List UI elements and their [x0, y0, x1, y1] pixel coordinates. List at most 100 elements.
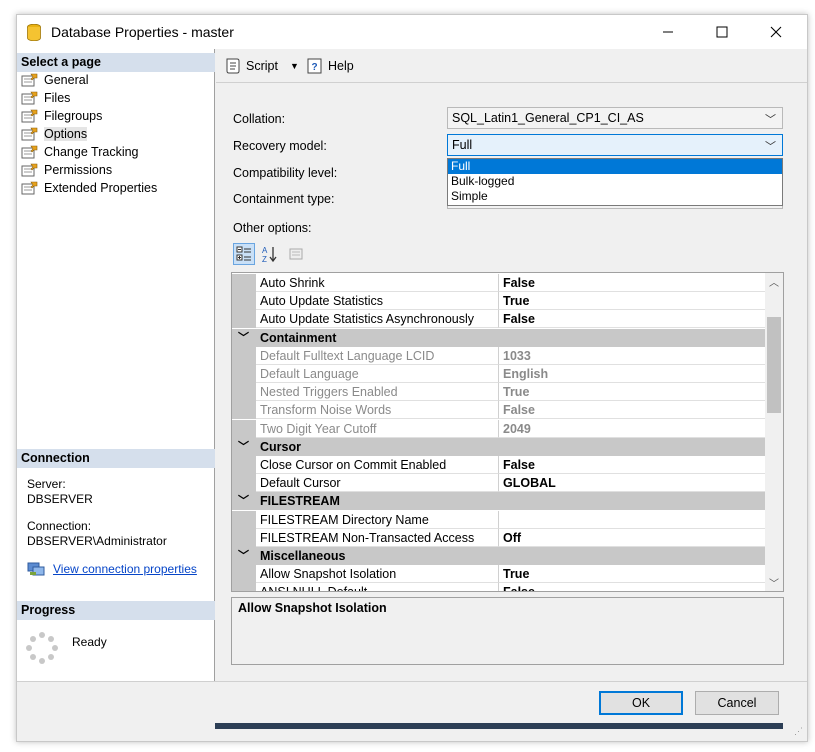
property-value[interactable]: English	[499, 365, 765, 383]
property-value[interactable]: 1033	[499, 347, 765, 365]
property-description: Allow Snapshot Isolation	[231, 597, 784, 665]
property-row[interactable]: Auto Update Statistics Asynchronously Fal…	[232, 310, 765, 329]
property-value[interactable]	[499, 511, 765, 529]
page-item-label: Change Tracking	[44, 145, 139, 159]
category-label: FILESTREAM	[260, 494, 340, 509]
property-row[interactable]: Nested Triggers Enabled True	[232, 383, 765, 402]
page-change-tracking[interactable]: Change Tracking	[21, 143, 139, 161]
left-pane: Select a page General Files Filegroups Opti…	[17, 49, 215, 681]
sort-alphabetical-icon: A Z	[262, 246, 277, 263]
property-value[interactable]: False	[499, 274, 765, 292]
recovery-option-full[interactable]: Full	[448, 159, 782, 174]
chevron-down-icon[interactable]: ﹀	[238, 492, 249, 510]
minimize-icon	[663, 31, 673, 33]
property-grid[interactable]: Auto Shrink False Auto Update Statistics Tr…	[231, 272, 784, 592]
property-value[interactable]: True	[499, 383, 765, 402]
property-pages-button[interactable]	[285, 243, 307, 265]
alphabetical-button[interactable]: A Z	[259, 243, 281, 265]
property-row[interactable]: ANSI NULL DefaultFalse	[232, 583, 765, 591]
minimize-button[interactable]	[645, 15, 691, 49]
title-bar[interactable]: Database Properties - master	[17, 15, 807, 49]
select-page-header: Select a page	[17, 53, 215, 72]
property-value[interactable]: True	[499, 292, 765, 311]
progress-status: Ready	[72, 635, 107, 649]
view-connection-properties-link[interactable]: View connection properties	[53, 562, 197, 576]
connection-value: DBSERVER\Administrator	[27, 534, 167, 548]
property-row[interactable]: Auto Shrink False	[232, 274, 765, 292]
category-row[interactable]: ﹀ Containment	[232, 328, 765, 347]
svg-text:Z: Z	[262, 255, 267, 263]
chevron-down-icon: ﹀	[765, 141, 776, 153]
categorized-button[interactable]	[233, 243, 255, 265]
status-strip	[215, 723, 783, 729]
page-options[interactable]: Options	[21, 125, 88, 143]
property-value[interactable]: False	[499, 310, 765, 329]
script-dropdown-icon[interactable]: ▼	[290, 61, 299, 71]
row-gutter	[232, 401, 256, 420]
property-value[interactable]: Off	[499, 529, 765, 547]
maximize-button[interactable]	[699, 15, 745, 49]
row-gutter	[232, 365, 256, 383]
view-connection-properties[interactable]: View connection properties	[27, 561, 197, 577]
svg-text:A: A	[262, 246, 268, 255]
ok-button[interactable]: OK	[599, 691, 683, 715]
property-name: Close Cursor on Commit Enabled	[256, 456, 499, 474]
category-label: Miscellaneous	[260, 549, 346, 563]
recovery-model-combo[interactable]: Full ﹀	[447, 134, 783, 156]
page-item-label: Permissions	[44, 163, 113, 177]
category-row[interactable]: ﹀ Cursor	[232, 437, 765, 456]
page-filegroups[interactable]: Filegroups	[21, 107, 102, 125]
property-value[interactable]: GLOBAL	[499, 474, 765, 493]
collation-label: Collation:	[233, 112, 286, 126]
property-row[interactable]: Two Digit Year Cutoff 2049	[232, 419, 765, 438]
property-grid-toolbar: A Z	[233, 243, 307, 267]
property-row[interactable]: Auto Update Statistics True	[232, 292, 765, 311]
property-row[interactable]: Close Cursor on Commit Enabled False	[232, 456, 765, 474]
page-general[interactable]: General	[21, 71, 88, 89]
wrench-page-icon	[21, 127, 38, 141]
resize-grip-icon[interactable]: ⋰	[794, 726, 803, 737]
property-value[interactable]: False	[499, 456, 765, 474]
row-gutter	[232, 474, 256, 493]
collation-combo[interactable]: SQL_Latin1_General_CP1_CI_AS ﹀	[447, 107, 783, 129]
page-files[interactable]: Files	[21, 89, 70, 107]
category-row[interactable]: ﹀ Miscellaneous	[232, 547, 765, 565]
chevron-down-icon[interactable]: ﹀	[238, 438, 249, 456]
property-value[interactable]: 2049	[499, 420, 765, 438]
property-row[interactable]: Default Fulltext Language LCID 1033	[232, 346, 765, 365]
property-grid-scrollbar[interactable]: ︿ ﹀	[765, 273, 783, 591]
page-item-label: Filegroups	[44, 109, 103, 123]
script-button[interactable]: Script ▼	[224, 57, 299, 75]
scroll-down-icon[interactable]: ﹀	[765, 574, 783, 591]
property-value[interactable]: False	[499, 401, 765, 420]
chevron-down-icon[interactable]: ﹀	[238, 547, 249, 565]
help-button[interactable]: ? Help	[306, 57, 354, 75]
property-value[interactable]: True	[499, 565, 765, 584]
property-row[interactable]: Default Cursor GLOBAL	[232, 474, 765, 493]
property-row[interactable]: Allow Snapshot Isolation True	[232, 565, 765, 584]
row-gutter	[232, 292, 256, 311]
recovery-model-dropdown[interactable]: Full Bulk-logged Simple	[447, 158, 783, 206]
property-row[interactable]: FILESTREAM Directory Name	[232, 510, 765, 529]
page-permissions[interactable]: Permissions	[21, 161, 112, 179]
chevron-down-icon: ﹀	[765, 114, 776, 126]
wrench-page-icon	[21, 91, 38, 105]
property-pages-icon	[289, 248, 303, 260]
property-value[interactable]: False	[499, 583, 765, 591]
close-icon	[770, 26, 782, 38]
page-extended-properties[interactable]: Extended Properties	[21, 179, 157, 197]
row-gutter	[232, 528, 256, 547]
property-name: Auto Update Statistics Asynchronously	[256, 310, 499, 329]
scroll-thumb[interactable]	[767, 317, 781, 413]
close-button[interactable]	[753, 15, 799, 49]
property-row[interactable]: FILESTREAM Non-Transacted Access Off	[232, 528, 765, 547]
chevron-down-icon[interactable]: ﹀	[238, 329, 249, 347]
cancel-button[interactable]: Cancel	[695, 691, 779, 715]
property-name: Allow Snapshot Isolation	[256, 565, 499, 584]
property-row[interactable]: Transform Noise Words False	[232, 401, 765, 420]
recovery-option-simple[interactable]: Simple	[448, 189, 782, 204]
scroll-up-icon[interactable]: ︿	[765, 273, 783, 290]
property-row[interactable]: Default Language English	[232, 365, 765, 383]
category-row[interactable]: ﹀ FILESTREAM	[232, 492, 765, 511]
recovery-option-bulk-logged[interactable]: Bulk-logged	[448, 174, 782, 189]
